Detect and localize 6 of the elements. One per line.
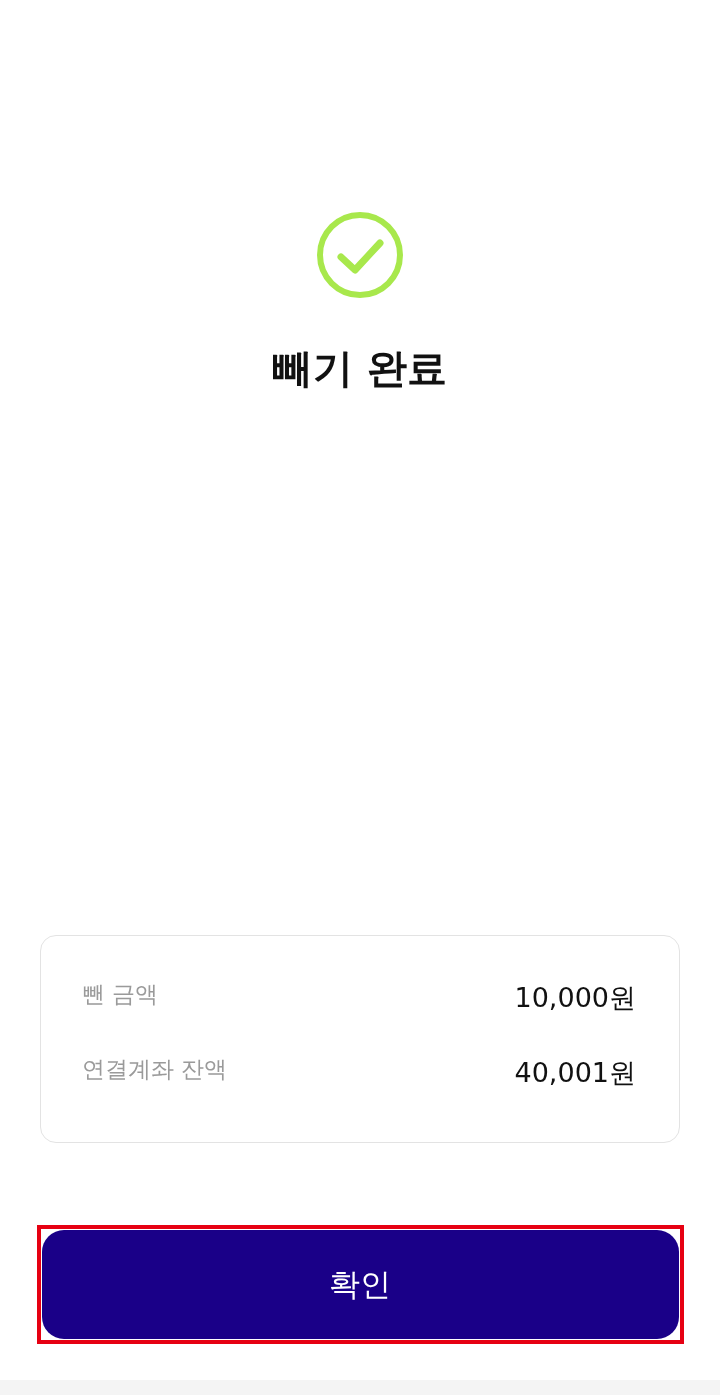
- summary-value: 40,001원: [514, 1056, 636, 1090]
- summary-value: 10,000원: [514, 981, 636, 1015]
- confirm-button[interactable]: 확인: [41, 1230, 679, 1339]
- summary-label: 뺀 금액: [82, 979, 159, 1009]
- summary-label: 연결계좌 잔액: [82, 1054, 228, 1084]
- status-title: 빼기 완료: [273, 344, 447, 392]
